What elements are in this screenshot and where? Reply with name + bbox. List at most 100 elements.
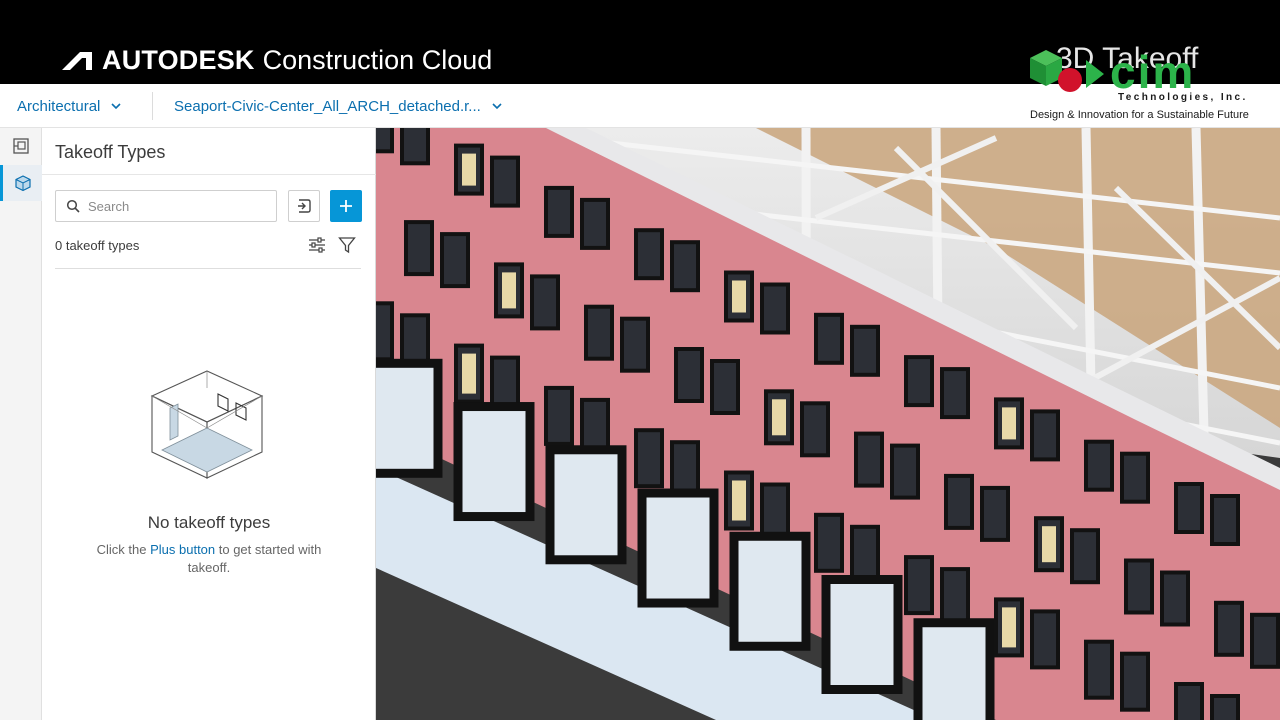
- window: [850, 524, 880, 585]
- divider: [55, 268, 361, 269]
- window: [376, 301, 394, 362]
- window: [584, 304, 614, 361]
- window: [732, 280, 746, 313]
- window: [904, 555, 934, 616]
- window: [620, 316, 650, 373]
- window: [490, 155, 520, 208]
- window: [1120, 451, 1150, 504]
- takeoff-types-panel: Takeoff Types 0 takeoff types: [42, 128, 376, 720]
- window: [580, 197, 610, 250]
- window: [462, 153, 476, 186]
- empty-state-title: No takeoff types: [147, 513, 271, 532]
- search-field[interactable]: [55, 190, 277, 222]
- app-root: AUTODESK Construction Cloud 3D Takeoff A…: [0, 0, 1280, 720]
- discipline-label: Architectural: [17, 97, 101, 115]
- brand-name: AUTODESK: [102, 44, 255, 75]
- window: [1030, 409, 1060, 462]
- window: [850, 324, 880, 377]
- window: [462, 353, 476, 394]
- cim-company: Technologies, Inc.: [1116, 92, 1250, 103]
- model-viewer[interactable]: [376, 128, 1280, 720]
- building-model-canvas[interactable]: [376, 128, 1280, 720]
- model-label: Seaport-Civic-Center_All_ARCH_detached.r…: [174, 97, 481, 115]
- nav-divider: [152, 92, 153, 120]
- brand-logo[interactable]: AUTODESK Construction Cloud: [60, 40, 492, 80]
- add-takeoff-type-button[interactable]: [330, 190, 362, 222]
- window: [637, 488, 719, 608]
- cim-wordmark: cim: [1110, 46, 1196, 98]
- window: [913, 618, 995, 720]
- chevron-down-icon: [111, 103, 121, 110]
- import-button[interactable]: [288, 190, 320, 222]
- empty-text-start: Click the: [96, 542, 151, 557]
- cim-tagline: Design & Innovation for a Sustainable Fu…: [1028, 109, 1251, 121]
- divider: [42, 174, 376, 175]
- window: [1120, 651, 1150, 712]
- window: [1174, 482, 1204, 534]
- settings-sliders-icon: [309, 237, 325, 253]
- brand-product: Construction Cloud: [262, 44, 493, 75]
- cim-watermark-logo: cim Technologies, Inc. Design & Innovati…: [1020, 40, 1280, 128]
- chevron-down-icon: [492, 103, 502, 110]
- window: [890, 443, 920, 500]
- left-rail: [0, 128, 42, 720]
- window: [800, 401, 830, 458]
- rail-sheets-button[interactable]: [0, 128, 42, 164]
- window: [814, 512, 844, 573]
- takeoff-count: 0 takeoff types: [55, 238, 140, 253]
- window: [1042, 526, 1056, 563]
- discipline-dropdown[interactable]: Architectural: [17, 84, 122, 128]
- window: [940, 367, 970, 420]
- window: [772, 399, 786, 436]
- window: [1030, 609, 1060, 670]
- window: [670, 240, 700, 293]
- cim-cube-icon: [1030, 50, 1104, 92]
- window: [1210, 694, 1240, 720]
- window: [400, 128, 430, 166]
- settings-button[interactable]: [306, 234, 328, 256]
- rail-model-button[interactable]: [0, 165, 42, 201]
- window: [544, 385, 574, 446]
- window: [729, 531, 811, 651]
- window: [404, 220, 434, 277]
- window: [634, 228, 664, 281]
- window: [545, 445, 627, 565]
- window: [1210, 494, 1240, 546]
- window: [821, 575, 903, 694]
- window: [710, 359, 740, 415]
- window: [1084, 639, 1114, 700]
- model-dropdown[interactable]: Seaport-Civic-Center_All_ARCH_detached.r…: [174, 84, 503, 128]
- window: [1174, 682, 1204, 720]
- panel-title: Takeoff Types: [55, 142, 166, 162]
- window: [1070, 528, 1100, 585]
- empty-room-icon: [150, 370, 264, 479]
- window: [1084, 439, 1114, 492]
- window: [440, 232, 470, 289]
- window: [453, 402, 535, 522]
- model-icon: [14, 175, 31, 192]
- window: [376, 128, 394, 154]
- window: [674, 347, 704, 403]
- search-icon: [66, 199, 80, 213]
- window: [1002, 407, 1016, 440]
- window: [814, 312, 844, 365]
- filter-icon: [338, 237, 356, 254]
- autodesk-mark-icon: [62, 52, 92, 70]
- window: [544, 185, 574, 238]
- window: [944, 473, 974, 530]
- window: [732, 480, 746, 521]
- window: [502, 272, 516, 309]
- window: [760, 282, 790, 335]
- window: [1250, 612, 1280, 669]
- window: [1214, 600, 1244, 657]
- window: [634, 428, 664, 489]
- search-input[interactable]: [88, 198, 258, 214]
- filter-button[interactable]: [336, 234, 358, 256]
- plus-icon: [340, 200, 352, 212]
- window: [854, 431, 884, 488]
- window: [1124, 558, 1154, 615]
- window: [1160, 570, 1190, 627]
- plus-button-link[interactable]: Plus button: [150, 542, 215, 557]
- window: [530, 274, 560, 331]
- window: [904, 355, 934, 408]
